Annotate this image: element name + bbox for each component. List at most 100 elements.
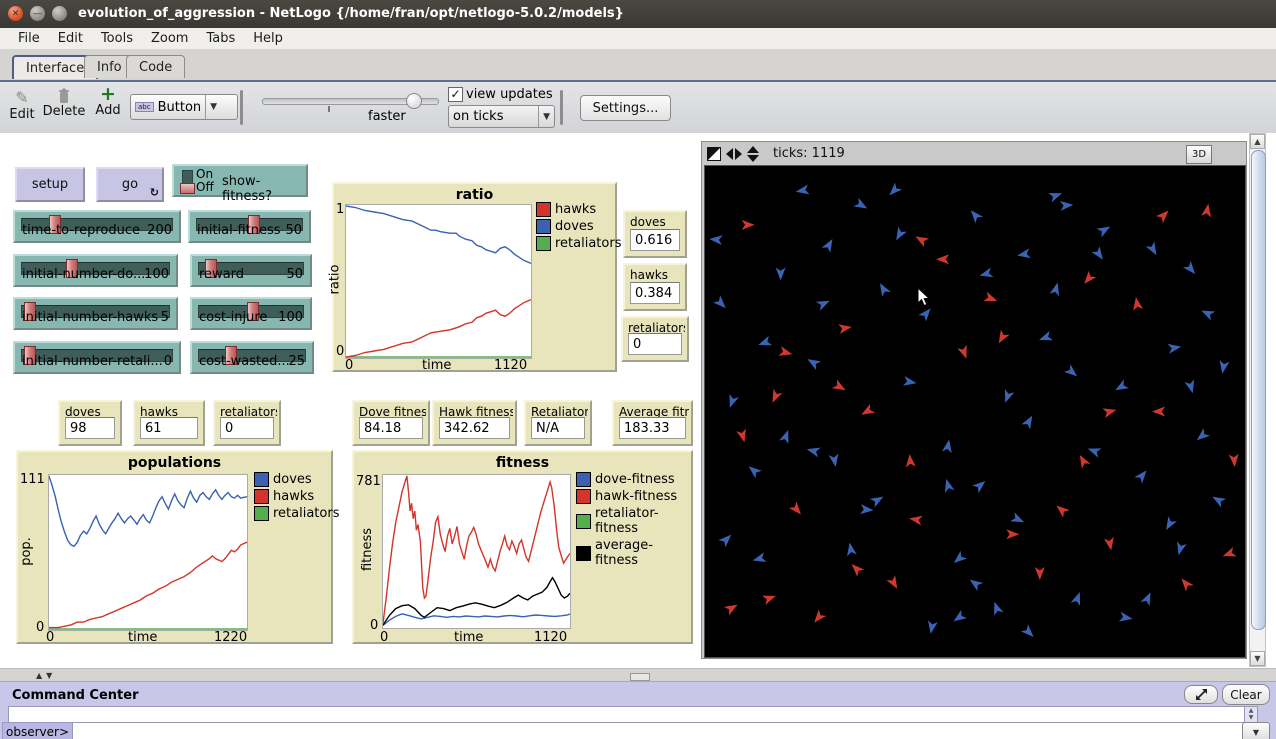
monitor-value: 98 [65,417,115,439]
horizontal-stretch-icon[interactable] [726,148,742,160]
view-3d-button[interactable]: 3D [1186,145,1212,164]
fitness-plot-area [382,474,571,629]
dove-turtle [1010,512,1026,527]
edit-button[interactable]: ✎ Edit [4,88,40,122]
hawk-turtle [832,379,848,394]
monitor-doves-count: doves98 [58,400,122,446]
dove-turtle [1071,590,1085,606]
dove-turtle [1049,281,1062,296]
splitter-collapse-icons[interactable]: ▲▼ [36,671,56,680]
add-label: Add [95,103,120,118]
command-input[interactable] [72,722,1246,739]
fitness-plot: fitness 781 0 fitness 0 1120 time dove-f… [352,450,693,644]
dove-turtle [816,296,832,311]
widget-type-select[interactable]: abc Button ▼ [130,94,238,120]
monitor-hawks-count: hawks61 [133,400,205,446]
slider-time-to-reproduce[interactable]: time-to-reproduce200 [13,210,181,243]
slider-initial-number-doves[interactable]: initial-number-do...100 [13,254,178,287]
hawk-turtle [957,345,971,361]
pencil-icon: ✎ [15,88,28,107]
view-updates-checkbox[interactable]: ✓ [448,87,463,102]
hawk-turtle [768,389,783,405]
monitor-value: 84.18 [359,417,423,439]
menu-tools[interactable]: Tools [93,29,141,48]
slider-initial-number-hawks[interactable]: initial-number-hawks5 [13,297,178,330]
dove-turtle [1096,222,1112,237]
scroll-up-icon[interactable]: ▲ [1250,134,1265,149]
menu-tabs[interactable]: Tabs [198,29,243,48]
slider-label: initial-number-retali... [22,354,163,369]
hawk-turtle [1053,502,1069,518]
slider-reward[interactable]: reward50 [190,254,312,287]
hawk-turtle [1178,575,1194,591]
settings-button[interactable]: Settings... [580,95,671,121]
history-dropdown-button[interactable]: ▼ [1242,722,1270,739]
legend-label: hawk-fitness [595,489,677,504]
menu-zoom[interactable]: Zoom [143,29,196,48]
x-tick: 1220 [214,630,247,645]
legend-label: doves [273,472,312,487]
slider-initial-fitness[interactable]: initial-fitness50 [188,210,311,243]
toolbar-separator [240,90,243,125]
chevron-down-icon: ▼ [205,95,217,119]
x-tick: 1120 [494,358,527,373]
detach-command-center-button[interactable] [1184,685,1218,704]
trash-icon [57,88,71,104]
command-output[interactable]: ▲▼ [8,706,1258,723]
delete-button[interactable]: Delete [42,88,86,119]
dove-turtle [1199,306,1215,321]
update-mode-dropdown[interactable]: on ticks ▼ [448,105,555,128]
spinner-icon[interactable]: ▲▼ [1244,706,1258,723]
add-button[interactable]: + Add [90,85,126,118]
setup-button[interactable]: setup [15,167,85,202]
tab-code[interactable]: Code [126,55,185,78]
dove-turtle [1086,444,1102,458]
menu-file[interactable]: File [10,29,48,48]
dove-turtle [886,182,902,198]
y-axis-label: ratio [327,265,342,295]
monitor-value: 0.616 [630,229,680,251]
slider-initial-number-retaliators[interactable]: initial-number-retali...0 [13,341,181,374]
hawk-turtle [983,292,999,306]
dove-turtle [870,492,886,507]
slider-cost-injure[interactable]: cost-injure100 [190,297,312,330]
slider-value: 5 [161,310,169,325]
resize-world-icon[interactable] [707,147,721,161]
menu-help[interactable]: Help [245,29,291,48]
plus-icon: + [100,85,116,103]
monitor-retaliators-fitness: RetaliatorsN/A [524,400,592,446]
speed-slider-handle[interactable] [406,93,422,109]
scroll-down-icon[interactable]: ▼ [1250,651,1265,666]
hawk-turtle [724,600,740,615]
slider-cost-wasted[interactable]: cost-wasted...25 [190,341,314,374]
title-bar[interactable]: ✕ — evolution_of_aggression - NetLogo {/… [0,0,1276,28]
font-size-icon[interactable] [747,146,759,162]
forever-icon: ↻ [150,186,159,199]
slider-label: initial-fitness [197,223,281,238]
slider-label: initial-number-hawks [22,310,158,325]
switch-knob[interactable] [180,183,195,194]
dove-turtle [805,444,820,457]
monitor-label: hawks [630,268,683,282]
hawk-turtle [1156,207,1172,223]
y-axis-label: fitness [360,528,375,571]
plot-title: ratio [334,187,615,203]
clear-button[interactable]: Clear [1222,684,1270,705]
hawk-turtle [762,591,778,605]
dove-turtle [892,227,907,243]
menu-edit[interactable]: Edit [50,29,91,48]
go-button[interactable]: go ↻ [96,167,164,202]
dove-turtle [1162,516,1177,532]
close-icon[interactable]: ✕ [8,6,23,21]
command-center-splitter[interactable]: ▲▼ [0,668,1276,682]
dove-turtle [1016,248,1031,260]
vertical-scrollbar-thumb[interactable] [1251,150,1266,630]
world-view[interactable]: ticks: 1119 3D [701,141,1247,659]
splitter-handle[interactable] [630,673,650,681]
maximize-icon[interactable] [52,6,67,21]
hawk-turtle [778,346,793,359]
vertical-scrollbar[interactable]: ▲ ▼ [1249,133,1266,667]
show-fitness-switch[interactable]: On Off show-fitness? [172,164,308,197]
world-canvas[interactable] [704,165,1246,658]
minimize-icon[interactable]: — [30,6,45,21]
